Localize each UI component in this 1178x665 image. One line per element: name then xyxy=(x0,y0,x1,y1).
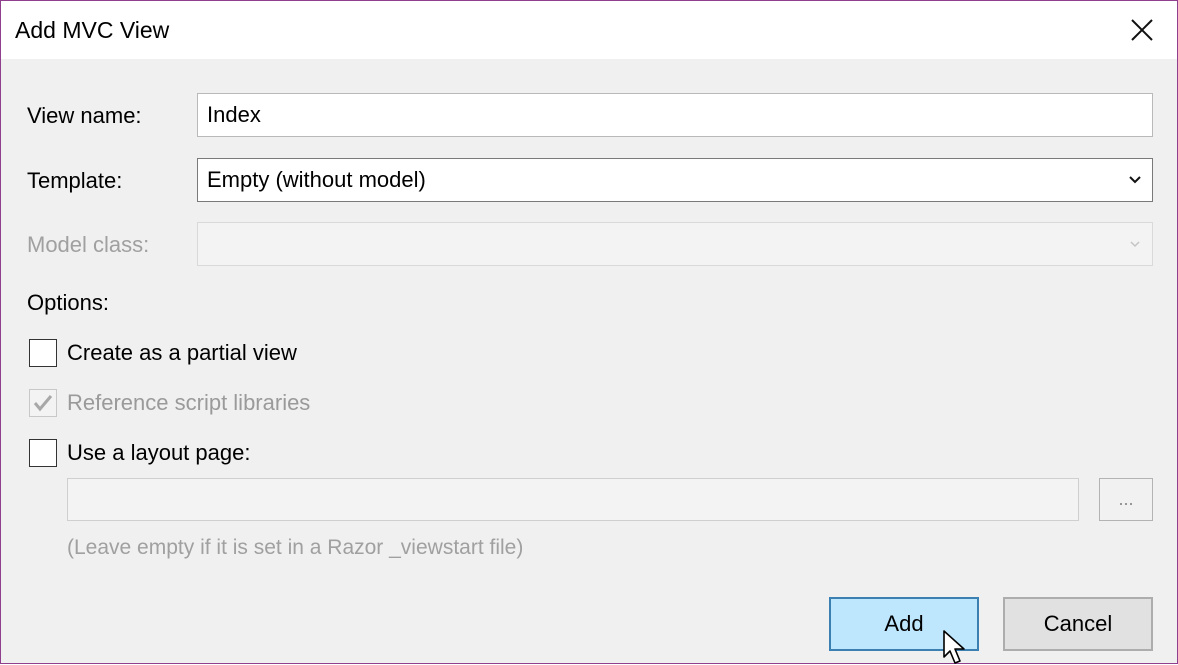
mouse-pointer-icon xyxy=(943,630,965,664)
script-libraries-label: Reference script libraries xyxy=(67,390,311,415)
template-value: Empty (without model) xyxy=(207,167,426,192)
template-label: Template: xyxy=(27,168,123,193)
layout-page-label[interactable]: Use a layout page: xyxy=(67,440,250,466)
chevron-down-icon xyxy=(1129,176,1141,184)
close-icon xyxy=(1131,19,1153,41)
partial-view-label[interactable]: Create as a partial view xyxy=(67,340,297,366)
chevron-down-icon xyxy=(1130,241,1140,248)
dialog-title: Add MVC View xyxy=(15,17,170,43)
browse-button[interactable]: ... xyxy=(1099,478,1153,521)
title-bar: Add MVC View xyxy=(1,1,1177,59)
template-select[interactable]: Empty (without model) xyxy=(197,158,1153,202)
view-name-input[interactable]: Index xyxy=(197,93,1153,137)
model-class-select[interactable] xyxy=(197,222,1153,266)
model-class-label: Model class: xyxy=(27,232,150,257)
view-name-value: Index xyxy=(207,102,261,127)
checkmark-icon xyxy=(33,395,53,412)
close-button[interactable] xyxy=(1107,1,1177,59)
script-libraries-checkbox[interactable] xyxy=(29,389,57,417)
partial-view-checkbox[interactable] xyxy=(29,339,57,367)
layout-page-input[interactable] xyxy=(67,478,1079,521)
layout-page-checkbox[interactable] xyxy=(29,439,57,467)
add-mvc-view-dialog: Add MVC View View name: Index Template: … xyxy=(0,0,1178,664)
view-name-label: View name: xyxy=(27,103,142,128)
layout-hint: (Leave empty if it is set in a Razor _vi… xyxy=(67,536,524,559)
options-label: Options: xyxy=(27,290,109,315)
cancel-button[interactable]: Cancel xyxy=(1003,597,1153,651)
